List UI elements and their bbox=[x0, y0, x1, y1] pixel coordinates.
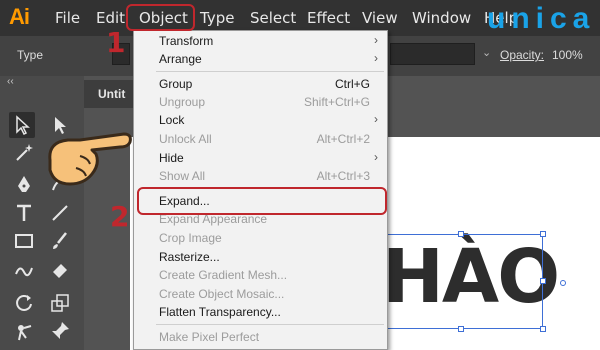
opacity-label[interactable]: Opacity: bbox=[500, 48, 544, 62]
menu-item-lock[interactable]: Lock › bbox=[134, 111, 387, 129]
puppet-warp-tool-icon[interactable] bbox=[11, 318, 37, 344]
object-menu-highlight bbox=[126, 4, 195, 31]
menu-item-label: Group bbox=[159, 77, 193, 91]
submenu-arrow-icon: › bbox=[374, 112, 378, 126]
menu-item-flatten-transparency[interactable]: Flatten Transparency... bbox=[134, 303, 387, 321]
menu-item-label: Transform bbox=[159, 34, 214, 48]
unica-watermark: unica bbox=[487, 2, 596, 35]
menu-item-shortcut: Alt+Ctrl+2 bbox=[316, 132, 370, 146]
resize-handle[interactable] bbox=[540, 278, 546, 284]
menu-window[interactable]: Window bbox=[412, 9, 471, 27]
menu-separator bbox=[156, 71, 384, 72]
menu-item-label: Lock bbox=[159, 113, 185, 127]
selection-bounding-box[interactable] bbox=[375, 231, 546, 332]
magic-wand-tool-icon[interactable] bbox=[11, 140, 37, 166]
menu-item-label: Create Gradient Mesh... bbox=[159, 268, 288, 282]
submenu-arrow-icon: › bbox=[374, 150, 378, 164]
selection-type-label: Type bbox=[17, 48, 44, 62]
type-tool-icon[interactable] bbox=[11, 200, 37, 226]
collapse-icon[interactable]: ‹‹ bbox=[7, 76, 14, 87]
pointing-hand-icon bbox=[40, 120, 140, 200]
menu-item-label: Rasterize... bbox=[159, 250, 220, 264]
scale-tool-icon[interactable] bbox=[47, 290, 73, 316]
submenu-arrow-icon: › bbox=[374, 33, 378, 47]
rotate-tool-icon[interactable] bbox=[11, 290, 37, 316]
menu-edit[interactable]: Edit bbox=[96, 9, 125, 27]
resize-handle[interactable] bbox=[458, 231, 464, 237]
pen-tool-icon[interactable] bbox=[11, 172, 37, 198]
rectangle-tool-icon[interactable] bbox=[11, 228, 37, 254]
menu-select[interactable]: Select bbox=[250, 9, 296, 27]
step-number-1: 1 bbox=[106, 26, 126, 59]
step-number-2: 2 bbox=[110, 200, 130, 233]
chevron-down-icon[interactable]: ⌄ bbox=[482, 46, 491, 59]
menu-file[interactable]: File bbox=[55, 9, 80, 27]
menu-separator bbox=[156, 324, 384, 325]
menu-item-label: Ungroup bbox=[159, 95, 206, 109]
document-tab[interactable]: Untit bbox=[84, 80, 140, 108]
menu-item-label: Flatten Transparency... bbox=[159, 305, 281, 319]
shaper-tool-icon[interactable] bbox=[11, 256, 37, 282]
pin-tool-icon[interactable] bbox=[47, 318, 73, 344]
selection-tool-icon[interactable] bbox=[9, 112, 35, 138]
menu-item-crop-image: Crop Image bbox=[134, 229, 387, 247]
menu-view[interactable]: View bbox=[362, 9, 398, 27]
menu-effect[interactable]: Effect bbox=[307, 9, 350, 27]
tools-panel: ‹‹ bbox=[0, 76, 84, 350]
resize-handle[interactable] bbox=[540, 326, 546, 332]
menu-item-shortcut: Shift+Ctrl+G bbox=[303, 95, 370, 109]
rotate-handle[interactable] bbox=[560, 280, 566, 286]
eraser-tool-icon[interactable] bbox=[47, 256, 73, 282]
menu-item-label: Show All bbox=[159, 169, 206, 183]
menu-item-transform[interactable]: Transform › bbox=[134, 32, 387, 50]
menu-item-group[interactable]: Group Ctrl+G bbox=[134, 75, 387, 93]
menu-type[interactable]: Type bbox=[200, 9, 234, 27]
menu-item-label: Unlock All bbox=[159, 132, 212, 146]
menu-item-create-gradient-mesh: Create Gradient Mesh... bbox=[134, 266, 387, 284]
resize-handle[interactable] bbox=[540, 231, 546, 237]
style-field[interactable] bbox=[390, 43, 475, 65]
expand-item-highlight bbox=[137, 187, 387, 215]
menu-item-show-all: Show All Alt+Ctrl+3 bbox=[134, 167, 387, 185]
menu-item-hide[interactable]: Hide › bbox=[134, 149, 387, 167]
opacity-value[interactable]: 100% bbox=[552, 48, 583, 62]
resize-handle[interactable] bbox=[458, 326, 464, 332]
submenu-arrow-icon: › bbox=[374, 51, 378, 65]
menu-item-arrange[interactable]: Arrange › bbox=[134, 50, 387, 68]
illustrator-logo: Ai bbox=[9, 4, 30, 29]
line-tool-icon[interactable] bbox=[47, 200, 73, 226]
document-tab-label: Untit bbox=[98, 87, 126, 101]
menu-item-make-pixel-perfect: Make Pixel Perfect bbox=[134, 328, 387, 346]
menu-item-rasterize[interactable]: Rasterize... bbox=[134, 248, 387, 266]
menu-item-label: Hide bbox=[159, 151, 184, 165]
menu-item-create-object-mosaic: Create Object Mosaic... bbox=[134, 285, 387, 303]
menu-item-shortcut: Alt+Ctrl+3 bbox=[316, 169, 370, 183]
menu-item-label: Arrange bbox=[159, 52, 202, 66]
menu-item-label: Make Pixel Perfect bbox=[159, 330, 260, 344]
menu-item-label: Crop Image bbox=[159, 231, 222, 245]
menu-item-shortcut: Ctrl+G bbox=[334, 77, 370, 91]
menu-item-ungroup: Ungroup Shift+Ctrl+G bbox=[134, 93, 387, 111]
paintbrush-tool-icon[interactable] bbox=[47, 228, 73, 254]
menu-item-label: Create Object Mosaic... bbox=[159, 287, 285, 301]
menu-item-unlock-all: Unlock All Alt+Ctrl+2 bbox=[134, 130, 387, 148]
